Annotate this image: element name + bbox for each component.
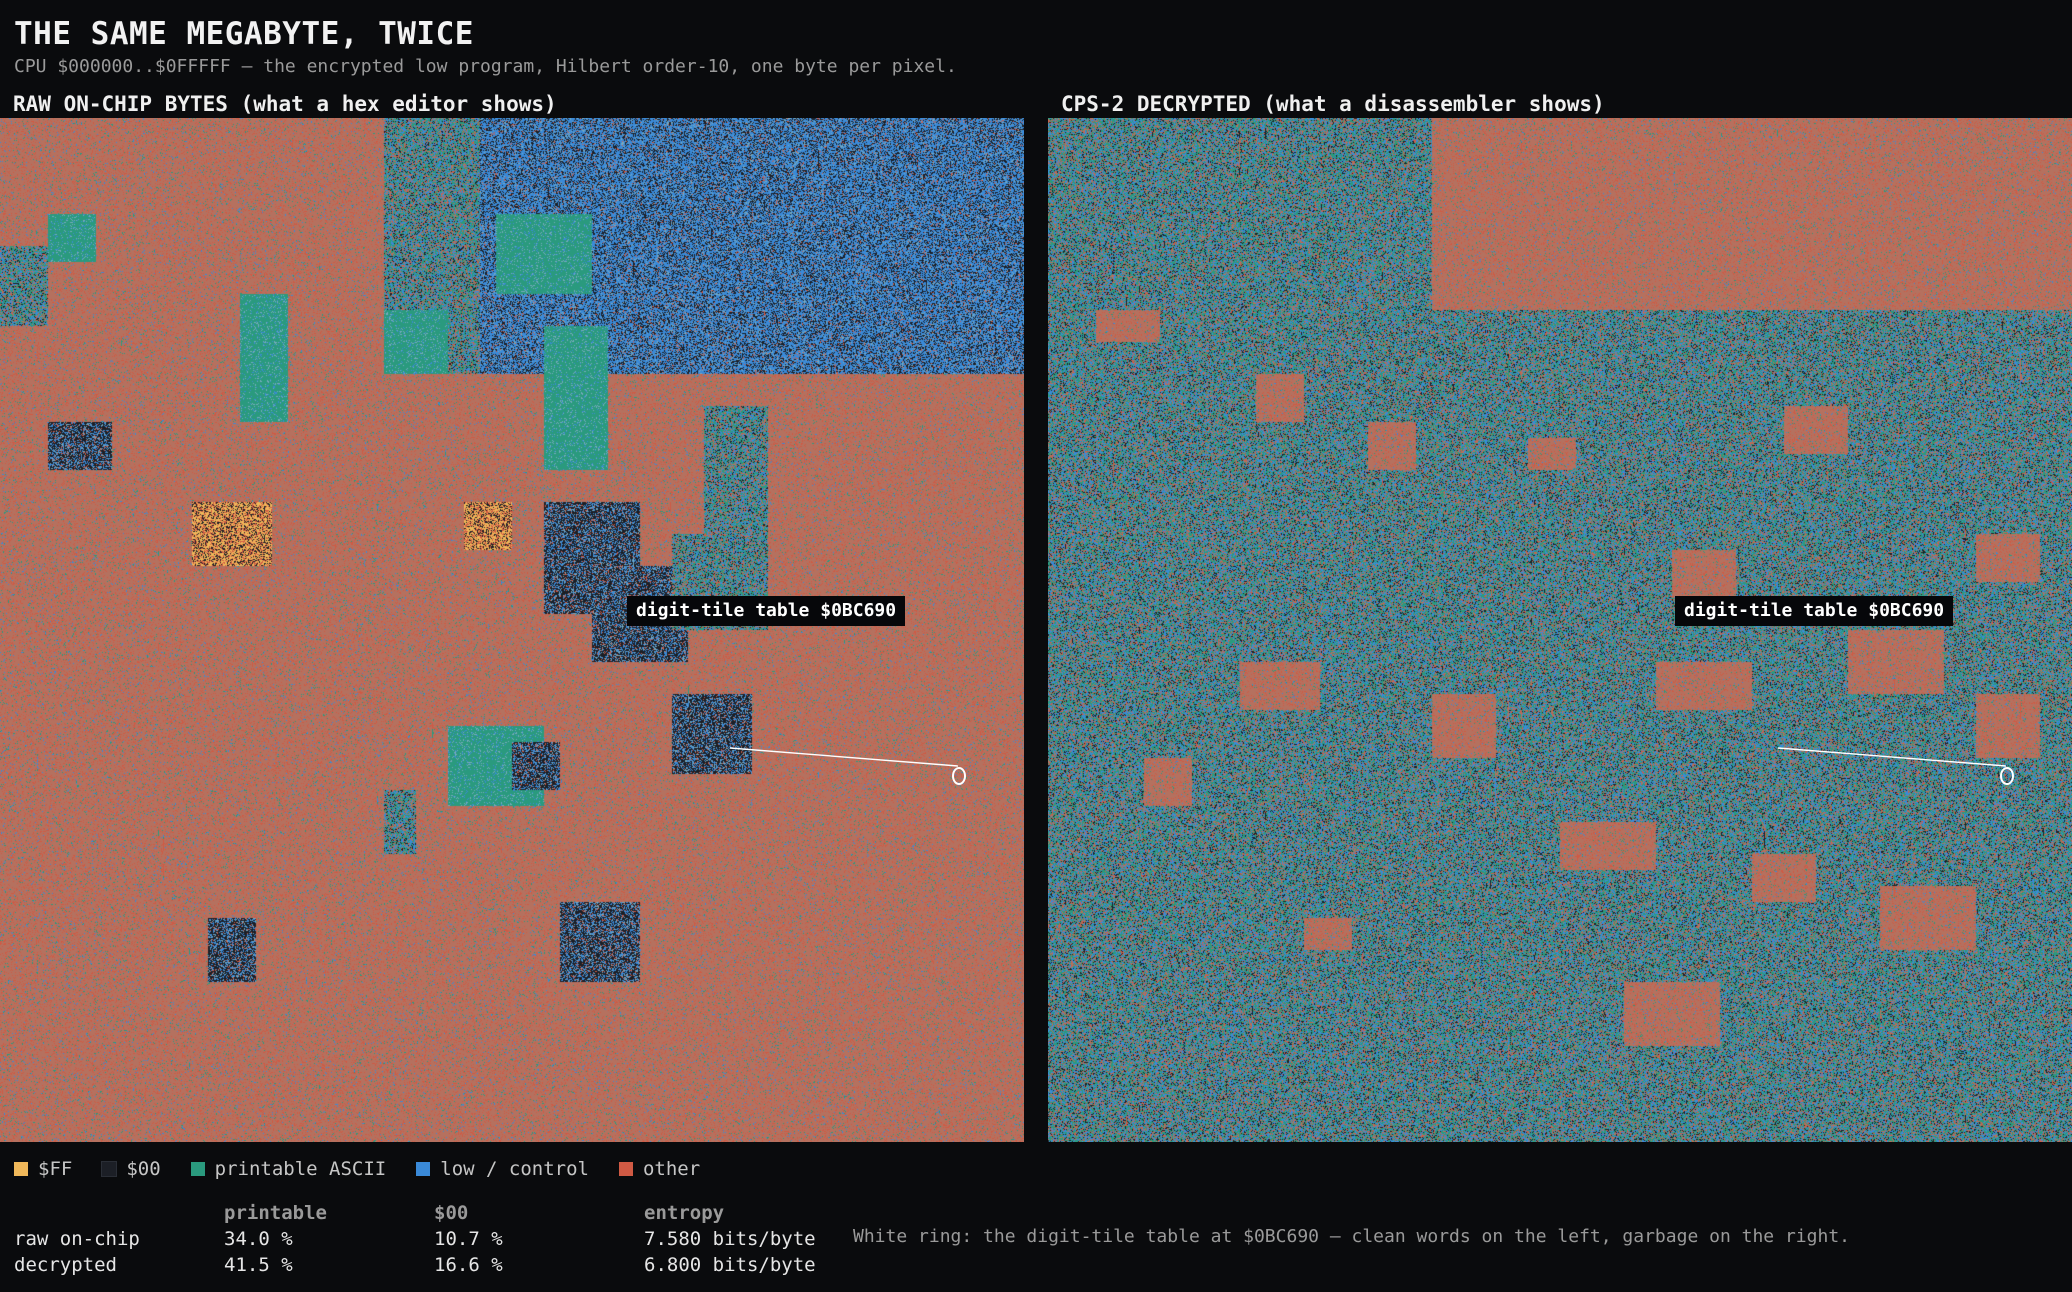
legend: $FF $00 printable ASCII low / control ot…	[14, 1158, 700, 1180]
legend-label: low / control	[440, 1158, 589, 1180]
legend-swatch	[618, 1162, 633, 1176]
page-subtitle: CPU $000000..$0FFFFF — the encrypted low…	[14, 56, 957, 77]
legend-swatch	[416, 1162, 431, 1176]
legend-label: $FF	[38, 1158, 73, 1180]
legend-item-00: $00	[101, 1158, 161, 1180]
decrypted-panel-heading: CPS-2 DECRYPTED (what a disassembler sho…	[1061, 92, 1605, 116]
raw-panel-heading: RAW ON-CHIP BYTES (what a hex editor sho…	[13, 92, 557, 116]
stats-printable-value: 34.0 %	[224, 1228, 293, 1250]
table-row: decrypted 41.5 % 16.6 % 6.800 bits/byte	[14, 1252, 864, 1278]
legend-item-low-control: low / control	[416, 1158, 589, 1180]
stats-header-row: printable $00 entropy	[14, 1200, 864, 1226]
stats-header-printable: printable	[224, 1202, 327, 1224]
legend-swatch	[14, 1162, 28, 1176]
page-title: THE SAME MEGABYTE, TWICE	[14, 16, 474, 52]
stats-entropy-value: 6.800 bits/byte	[644, 1254, 816, 1276]
stats-printable-value: 41.5 %	[224, 1254, 293, 1276]
decrypted-callout-label: digit-tile table $0BC690	[1675, 596, 1954, 626]
stats-row-label: raw on-chip	[14, 1228, 140, 1250]
legend-item-other: other	[618, 1158, 701, 1180]
decrypted-bytes-map: digit-tile table $0BC690	[1048, 118, 2072, 1142]
legend-label: $00	[126, 1158, 161, 1180]
raw-table-ring-marker	[952, 767, 966, 785]
stats-entropy-value: 7.580 bits/byte	[644, 1228, 816, 1250]
legend-label: other	[642, 1158, 701, 1180]
stats-zero-value: 10.7 %	[434, 1228, 503, 1250]
stats-header-entropy: entropy	[644, 1202, 725, 1224]
decrypted-table-ring-marker	[2000, 767, 2014, 785]
raw-bytes-map: digit-tile table $0BC690	[0, 118, 1024, 1142]
stats-zero-value: 16.6 %	[434, 1254, 503, 1276]
stats-table: printable $00 entropy raw on-chip 34.0 %…	[14, 1200, 864, 1278]
stats-row-label: decrypted	[14, 1254, 117, 1276]
legend-label: printable ASCII	[214, 1158, 387, 1180]
legend-item-ff: $FF	[14, 1158, 72, 1180]
decrypted-bytes-canvas	[1048, 118, 2072, 1142]
legend-swatch	[101, 1161, 118, 1177]
legend-swatch	[190, 1162, 205, 1176]
stats-header-zero: $00	[434, 1202, 469, 1224]
stats-header-blank	[14, 1200, 224, 1226]
table-row: raw on-chip 34.0 % 10.7 % 7.580 bits/byt…	[14, 1226, 864, 1252]
raw-callout-label: digit-tile table $0BC690	[627, 596, 906, 626]
raw-bytes-canvas	[0, 118, 1024, 1142]
legend-item-printable: printable ASCII	[190, 1158, 387, 1180]
ring-explanation-note: White ring: the digit-tile table at $0BC…	[853, 1226, 1850, 1247]
